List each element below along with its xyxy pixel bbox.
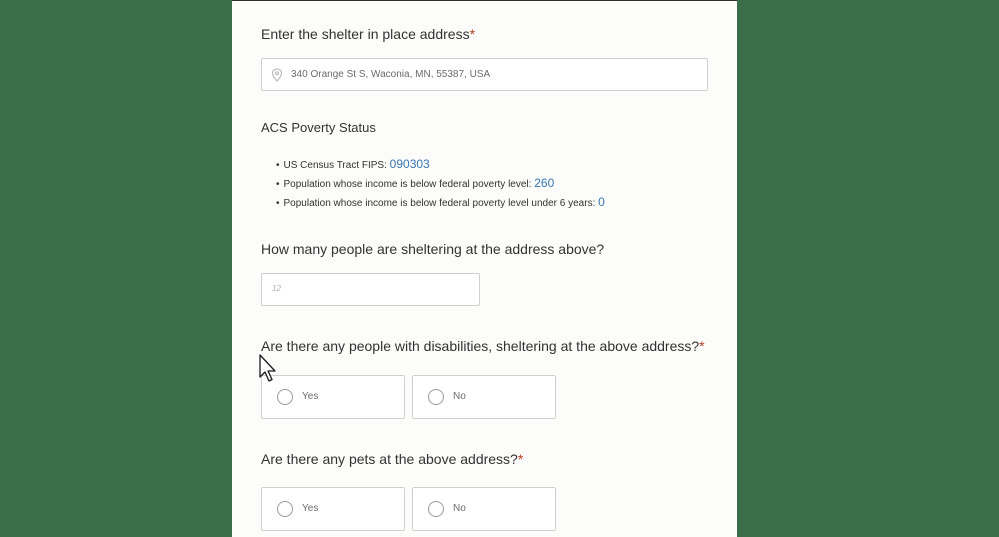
list-item: Population whose income is below federal… — [276, 174, 605, 193]
poverty-count-value: 260 — [534, 176, 555, 190]
address-question-label: Enter the shelter in place address* — [261, 26, 476, 42]
poverty-list: US Census Tract FIPS: 090303 Population … — [276, 155, 605, 212]
poverty-under6-value: 0 — [598, 195, 605, 209]
disabilities-yes-option[interactable]: Yes — [261, 375, 405, 419]
disabilities-question-label: Are there any people with disabilities, … — [261, 338, 705, 354]
address-value: 340 Orange St S, Waconia, MN, 55387, USA — [291, 69, 491, 80]
radio-circle-icon — [277, 501, 293, 517]
location-pin-icon — [271, 68, 283, 82]
radio-circle-icon — [428, 389, 444, 405]
required-marker: * — [517, 451, 524, 467]
radio-circle-icon — [428, 501, 444, 517]
required-marker: * — [699, 338, 705, 354]
poverty-section-title: ACS Poverty Status — [261, 120, 376, 135]
number-icon: 12 — [272, 284, 281, 293]
pets-yes-option[interactable]: Yes — [261, 487, 405, 531]
list-item: Population whose income is below federal… — [276, 193, 605, 212]
people-count-input[interactable]: 12 — [261, 273, 480, 306]
people-question-label: How many people are sheltering at the ad… — [261, 241, 605, 257]
fips-value: 090303 — [389, 157, 430, 171]
disabilities-no-option[interactable]: No — [412, 375, 556, 419]
radio-circle-icon — [277, 389, 293, 405]
pets-question-label: Are there any pets at the above address?… — [261, 451, 524, 467]
pets-no-option[interactable]: No — [412, 487, 556, 531]
required-marker: * — [469, 26, 476, 42]
list-item: US Census Tract FIPS: 090303 — [276, 155, 605, 174]
survey-form: Enter the shelter in place address* 340 … — [232, 0, 737, 537]
address-input[interactable]: 340 Orange St S, Waconia, MN, 55387, USA — [261, 58, 708, 91]
